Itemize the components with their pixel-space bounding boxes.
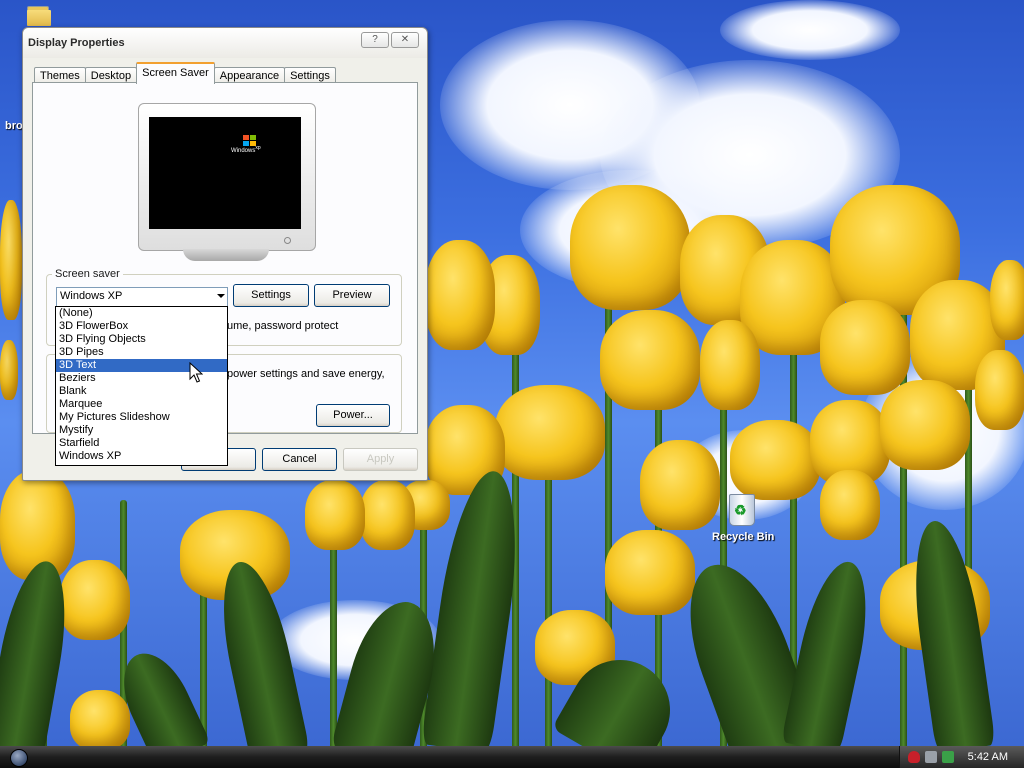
recycle-bin-label: Recycle Bin [712,531,775,543]
cancel-button[interactable]: Cancel [262,448,337,471]
power-led [284,237,291,244]
recycle-bin[interactable]: ♻ Recycle Bin [712,494,775,543]
list-item[interactable]: 3D Pipes [56,346,227,359]
list-item[interactable]: Starfield [56,437,227,450]
preview-button[interactable]: Preview [314,284,390,307]
chevron-down-icon[interactable] [217,294,225,298]
power-button[interactable]: Power... [316,404,390,427]
dialog-title: Display Properties [28,37,125,49]
taskbar: 5:42 AM [0,746,1024,768]
list-item[interactable]: Marquee [56,398,227,411]
password-protect-text: ume, password protect [227,320,339,332]
start-button[interactable] [0,746,40,768]
settings-button[interactable]: Settings [233,284,309,307]
tab-strip: Themes Desktop Screen Saver Appearance S… [34,62,336,84]
list-item[interactable]: (None) [56,307,227,320]
logo-superscript: xp [255,145,261,151]
help-button[interactable]: ? [361,32,389,48]
tab-screen-saver[interactable]: Screen Saver [136,62,215,84]
logo-text: Windows [231,148,256,154]
close-button[interactable]: ✕ [391,32,419,48]
screen-saver-select-value: Windows XP [60,290,123,302]
list-item[interactable]: 3D Flying Objects [56,333,227,346]
monitor-preview: Windowsxp [138,103,316,251]
system-tray: 5:42 AM [899,746,1024,768]
power-description: power settings and save energy, [227,368,385,380]
desktop-icon-label[interactable]: bro [5,120,23,132]
screen-saver-select[interactable]: Windows XP [56,287,228,307]
list-item[interactable]: My Pictures Slideshow [56,411,227,424]
preview-screen: Windowsxp [149,117,301,229]
monitor-stand [183,249,269,261]
start-orb-icon [10,749,28,767]
apply-button[interactable]: Apply [343,448,418,471]
recycle-bin-icon: ♻ [729,494,755,526]
screen-saver-dropdown-list: (None) 3D FlowerBox 3D Flying Objects 3D… [55,306,228,466]
title-bar[interactable]: Display Properties ? ✕ [23,28,427,58]
list-item[interactable]: Mystify [56,424,227,437]
list-item[interactable]: Blank [56,385,227,398]
folder-icon[interactable] [27,6,51,26]
network-icon[interactable] [925,751,937,763]
list-item[interactable]: 3D FlowerBox [56,320,227,333]
windows-logo: Windowsxp [231,135,265,155]
list-item[interactable]: Windows XP [56,450,227,463]
safely-remove-icon[interactable] [942,751,954,763]
shield-icon[interactable] [908,751,920,763]
clock[interactable]: 5:42 AM [968,751,1008,763]
screen-saver-group-label: Screen saver [52,268,123,280]
